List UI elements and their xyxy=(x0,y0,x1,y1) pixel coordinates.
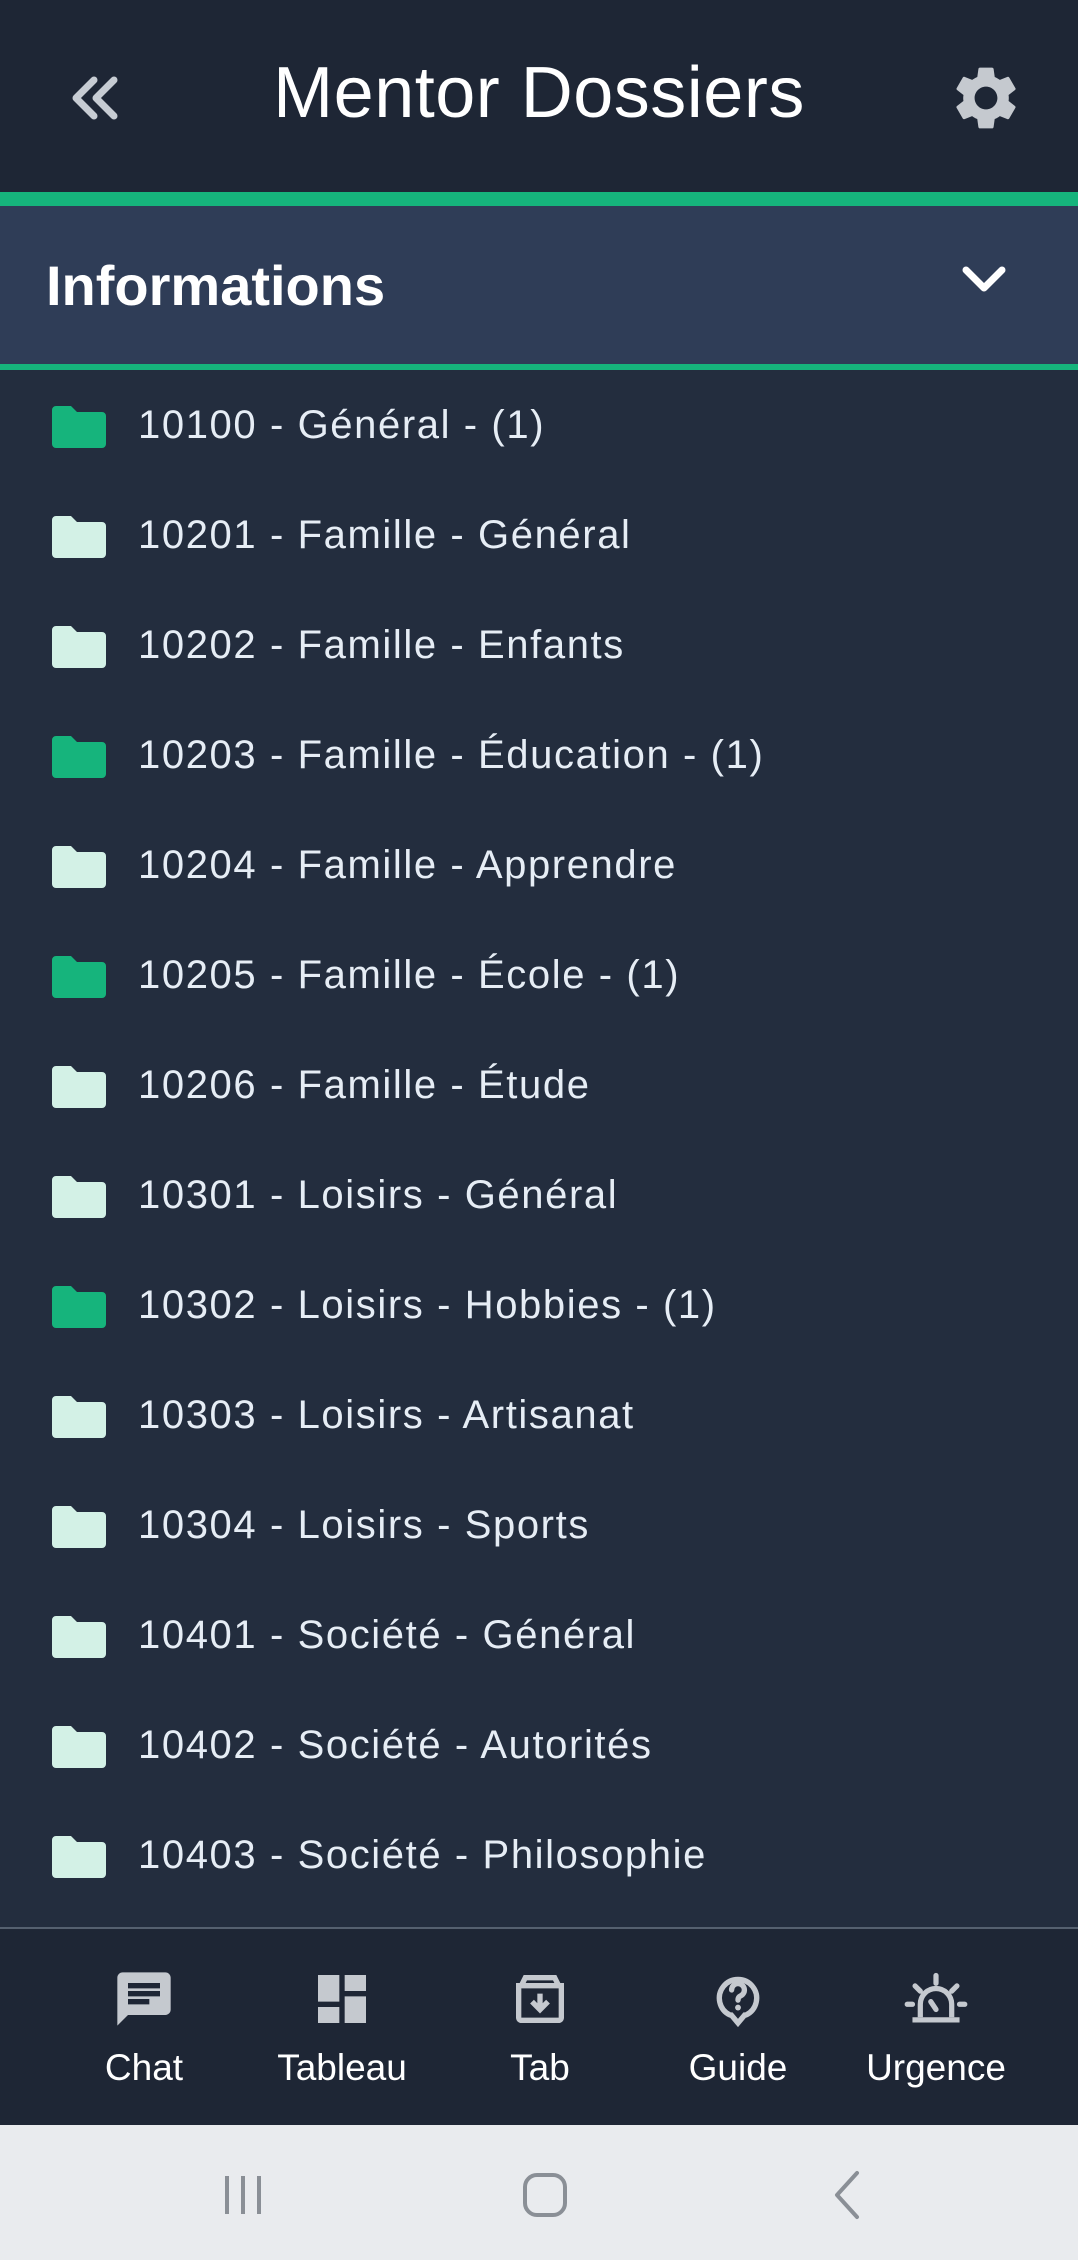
folder-item[interactable]: 10303 - Loisirs - Artisanat xyxy=(0,1360,1078,1470)
folder-label: 10203 - Famille - Éducation - (1) xyxy=(138,733,765,777)
folder-icon xyxy=(50,1724,108,1770)
app-title: Mentor Dossiers xyxy=(273,53,805,133)
folder-item[interactable]: 10100 - Général - (1) xyxy=(0,370,1078,480)
tab-guide[interactable]: Guide xyxy=(638,1929,838,2127)
folder-label: 10403 - Société - Philosophie xyxy=(138,1833,707,1877)
folder-item[interactable]: 10201 - Famille - Général xyxy=(0,480,1078,590)
header-accent-line xyxy=(0,192,1078,206)
folder-item[interactable]: 10301 - Loisirs - Général xyxy=(0,1140,1078,1250)
folder-item[interactable]: 10401 - Société - Général xyxy=(0,1580,1078,1690)
folder-icon xyxy=(50,514,108,560)
tab-label: Guide xyxy=(688,2047,788,2088)
help-icon xyxy=(716,1976,760,2028)
folder-icon xyxy=(50,1394,108,1440)
folder-label: 10402 - Société - Autorités xyxy=(138,1723,653,1767)
folder-item[interactable]: 10302 - Loisirs - Hobbies - (1) xyxy=(0,1250,1078,1360)
folder-label: 10202 - Famille - Enfants xyxy=(138,623,625,667)
tab-label: Chat xyxy=(104,2047,184,2088)
folder-icon xyxy=(50,1614,108,1660)
folder-label: 10100 - Général - (1) xyxy=(138,403,546,447)
system-navigation-bar xyxy=(0,2125,1078,2260)
recents-icon xyxy=(225,2176,261,2214)
back-icon xyxy=(835,2171,859,2219)
folder-list[interactable]: 10100 - Général - (1) 10201 - Famille - G… xyxy=(0,370,1078,1927)
folder-label: 10206 - Famille - Étude xyxy=(138,1063,591,1107)
folder-label: 10301 - Loisirs - Général xyxy=(138,1173,619,1217)
folder-icon xyxy=(50,404,108,450)
folder-label: 10205 - Famille - École - (1) xyxy=(138,953,681,997)
folder-icon xyxy=(50,734,108,780)
gear-icon xyxy=(956,67,1016,129)
folder-icon xyxy=(50,844,108,890)
folder-label: 10401 - Société - Général xyxy=(138,1613,637,1657)
app-header: Mentor Dossiers xyxy=(0,0,1078,192)
section-toggle-button[interactable] xyxy=(948,244,1020,316)
folder-icon xyxy=(50,1064,108,1110)
system-back-button[interactable] xyxy=(788,2155,908,2235)
folder-item[interactable]: 10402 - Société - Autorités xyxy=(0,1690,1078,1800)
bottom-tab-bar: Chat Tableau Tab Guide Urgence xyxy=(0,1927,1078,2125)
folder-label: 10304 - Loisirs - Sports xyxy=(138,1503,590,1547)
folder-label: 10302 - Loisirs - Hobbies - (1) xyxy=(138,1283,717,1327)
folder-icon xyxy=(50,1834,108,1880)
folder-icon xyxy=(50,1504,108,1550)
folder-item[interactable]: 10204 - Famille - Apprendre xyxy=(0,810,1078,920)
recents-button[interactable] xyxy=(183,2155,303,2235)
tab-chat[interactable]: Chat xyxy=(44,1929,244,2127)
home-button[interactable] xyxy=(485,2155,605,2235)
folder-item[interactable]: 10205 - Famille - École - (1) xyxy=(0,920,1078,1030)
tab-label: Tableau xyxy=(277,2047,407,2088)
folder-icon xyxy=(50,954,108,1000)
tab-label: Urgence xyxy=(866,2047,1006,2088)
folder-label: 10303 - Loisirs - Artisanat xyxy=(138,1393,635,1437)
folder-item[interactable]: 10202 - Famille - Enfants xyxy=(0,590,1078,700)
settings-button[interactable] xyxy=(944,56,1028,140)
tab-tableau[interactable]: Tableau xyxy=(242,1929,442,2127)
tab-urgence[interactable]: Urgence xyxy=(836,1929,1036,2127)
folder-item[interactable]: 10206 - Famille - Étude xyxy=(0,1030,1078,1140)
folder-label: 10204 - Famille - Apprendre xyxy=(138,843,678,887)
folder-icon xyxy=(50,1284,108,1330)
tab-tab[interactable]: Tab xyxy=(440,1929,640,2127)
folder-icon xyxy=(50,1174,108,1220)
archive-icon xyxy=(516,1975,564,2023)
folder-item[interactable]: 10304 - Loisirs - Sports xyxy=(0,1470,1078,1580)
chat-icon xyxy=(117,1972,171,2026)
chevron-down-icon xyxy=(962,266,1006,292)
dashboard-icon xyxy=(318,1975,366,2023)
folder-item[interactable]: 10203 - Famille - Éducation - (1) xyxy=(0,700,1078,810)
section-header-informations[interactable]: Informations xyxy=(0,206,1078,364)
home-icon xyxy=(523,2173,567,2217)
folder-item[interactable]: 10403 - Société - Philosophie xyxy=(0,1800,1078,1910)
alarm-icon xyxy=(904,1972,968,2023)
app-screen: Mentor Dossiers Informations 10100 - Gén… xyxy=(0,0,1078,2260)
folder-label: 10201 - Famille - Général xyxy=(138,513,632,557)
section-title: Informations xyxy=(46,254,386,317)
folder-icon xyxy=(50,624,108,670)
tab-label: Tab xyxy=(510,2047,570,2088)
